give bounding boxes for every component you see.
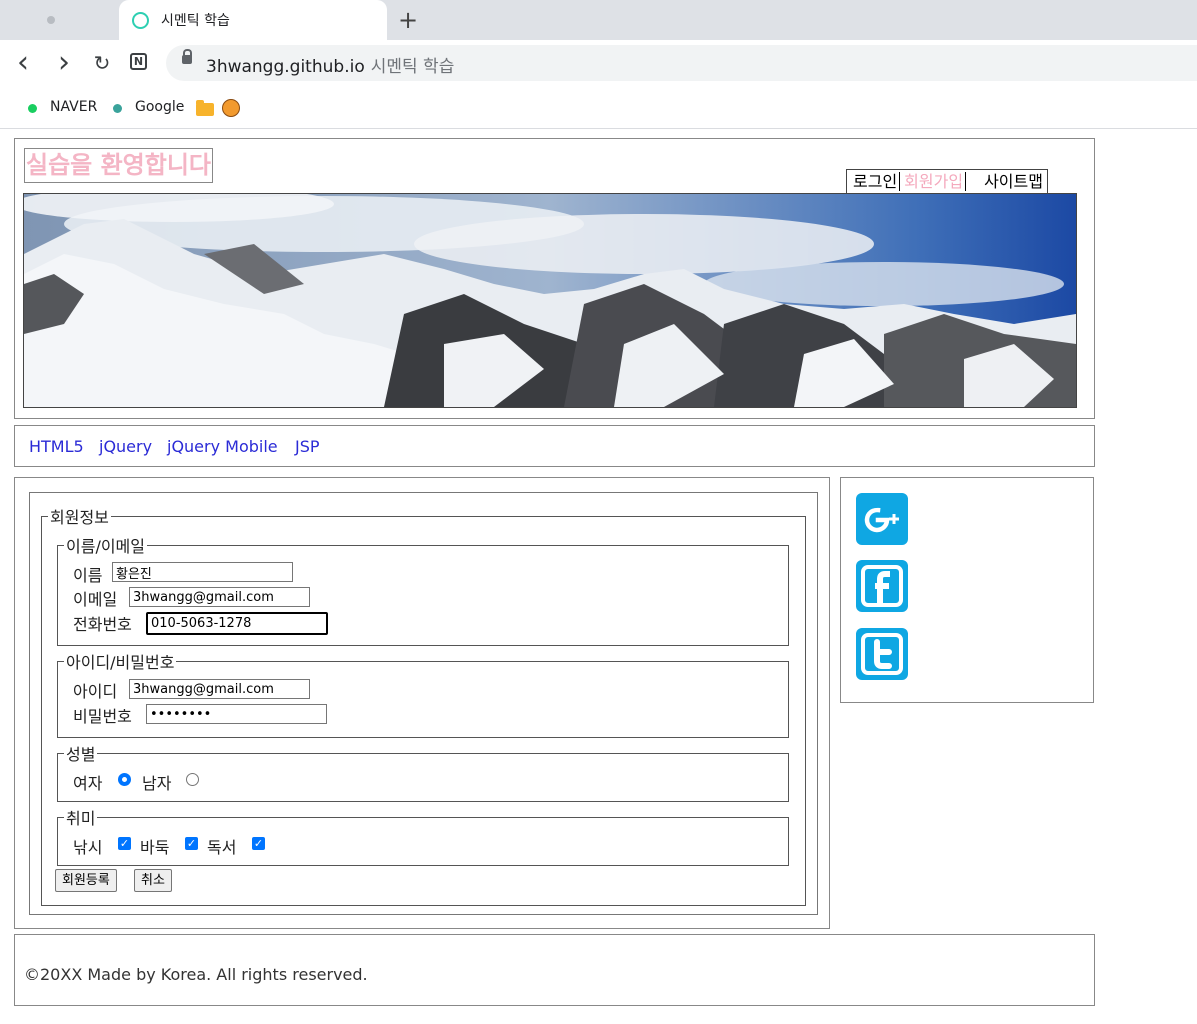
url-page-title: 시멘틱 학습 — [370, 57, 455, 77]
bookmark-google[interactable]: Google — [135, 99, 184, 115]
signup-link[interactable]: 회원가입 — [904, 172, 963, 191]
back-button[interactable]: ‹ — [12, 48, 34, 78]
female-radio[interactable] — [118, 773, 131, 786]
site-title: 실습을 환영합니다 — [24, 148, 213, 183]
twitter-icon[interactable] — [856, 628, 908, 680]
gender-legend: 성별 — [66, 745, 96, 764]
hobby-reading-label: 독서 — [207, 838, 237, 857]
social-aside — [840, 477, 1094, 703]
notion-extension-icon[interactable]: N — [130, 53, 147, 70]
id-input[interactable] — [129, 679, 310, 699]
female-label: 여자 — [73, 774, 103, 793]
login-link[interactable]: 로그인 — [853, 172, 897, 191]
nav-jsp[interactable]: JSP — [295, 437, 320, 456]
google-plus-icon[interactable] — [856, 493, 908, 545]
password-label: 비밀번호 — [73, 707, 132, 726]
submit-button[interactable]: 회원등록 — [55, 869, 117, 892]
bookmarks-bar: NAVER Google — [0, 88, 1197, 129]
hobby-baduk-label: 바둑 — [140, 838, 170, 857]
cancel-button[interactable]: 취소 — [134, 869, 172, 892]
google-bookmark-icon — [113, 104, 122, 113]
nav-jquery-mobile[interactable]: jQuery Mobile — [167, 437, 278, 456]
browser-tab[interactable]: 시멘틱 학습 — [119, 0, 387, 40]
reload-button[interactable]: ↻ — [91, 52, 113, 74]
hobby-legend: 취미 — [66, 809, 96, 828]
top-links: 로그인 회원가입 사이트맵 — [846, 169, 1048, 195]
naver-icon — [28, 104, 37, 113]
tab-favicon-icon — [132, 12, 149, 29]
sitemap-link[interactable]: 사이트맵 — [984, 172, 1043, 191]
phone-input[interactable] — [146, 612, 328, 635]
copyright-text: ©20XX Made by Korea. All rights reserved… — [24, 965, 368, 984]
male-radio[interactable] — [186, 773, 199, 786]
forward-button[interactable]: › — [53, 48, 75, 78]
tab-title: 시멘틱 학습 — [161, 13, 230, 29]
male-label: 남자 — [142, 774, 172, 793]
browser-tab-bar: 시멘틱 학습 + — [0, 0, 1197, 40]
main-section: 회원정보 이름/이메일 이름 이메일 전화번호 아이디/비밀번호 아이디 비밀번… — [14, 477, 830, 929]
bookmark-folder-icon[interactable] — [196, 100, 214, 116]
url-domain: 3hwangg.github.io — [206, 57, 365, 77]
hobby-baduk-checkbox[interactable]: ✓ — [185, 837, 198, 850]
nav-jquery[interactable]: jQuery — [99, 437, 152, 456]
account-legend: 아이디/비밀번호 — [66, 653, 175, 672]
password-input[interactable] — [146, 704, 327, 724]
address-bar[interactable]: 3hwangg.github.io 시멘틱 학습 — [166, 45, 1197, 81]
tiger-bookmark-icon[interactable] — [222, 99, 240, 117]
name-input[interactable] — [112, 562, 293, 582]
bookmark-naver[interactable]: NAVER — [50, 99, 97, 115]
tab-dot-icon — [47, 16, 55, 24]
email-input[interactable] — [129, 587, 310, 607]
email-label: 이메일 — [73, 590, 118, 609]
nav-html5[interactable]: HTML5 — [29, 437, 84, 456]
new-tab-button[interactable]: + — [398, 6, 418, 34]
page-header: 실습을 환영합니다 로그인 회원가입 사이트맵 — [14, 138, 1095, 419]
hobby-reading-checkbox[interactable]: ✓ — [252, 837, 265, 850]
main-nav: HTML5 jQuery jQuery Mobile JSP — [14, 425, 1095, 467]
lock-icon — [182, 49, 192, 64]
facebook-icon[interactable] — [856, 560, 908, 612]
hobby-fishing-label: 낚시 — [73, 838, 103, 857]
name-label: 이름 — [73, 566, 103, 585]
phone-label: 전화번호 — [73, 615, 132, 634]
id-label: 아이디 — [73, 682, 118, 701]
banner-image — [23, 193, 1077, 408]
page-footer: ©20XX Made by Korea. All rights reserved… — [14, 934, 1095, 1006]
member-info-legend: 회원정보 — [50, 508, 109, 527]
name-email-legend: 이름/이메일 — [66, 537, 145, 556]
hobby-fishing-checkbox[interactable]: ✓ — [118, 837, 131, 850]
